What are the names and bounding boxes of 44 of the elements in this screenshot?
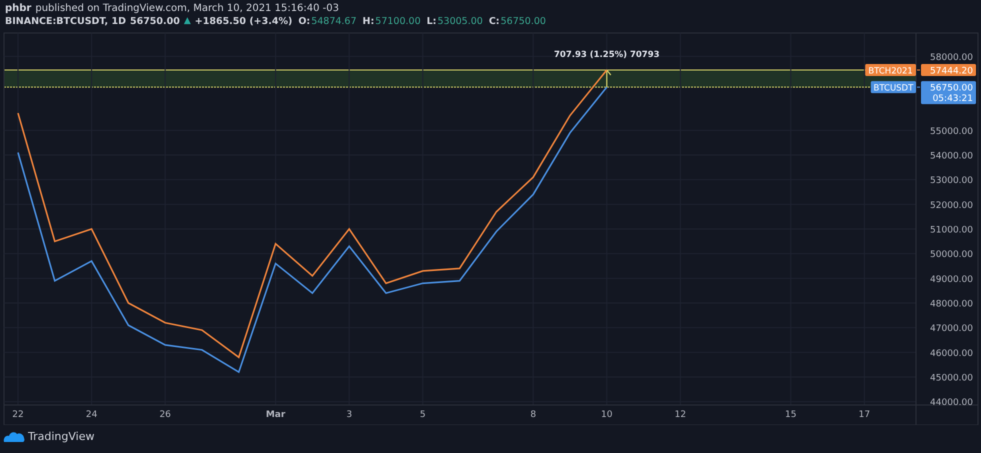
- symbol-tag: BTCUSDT: [870, 81, 916, 94]
- time-axis-label: 8: [530, 410, 536, 420]
- ohlc-value: 53005.00: [437, 15, 483, 28]
- time-axis-label: 26: [159, 410, 171, 420]
- change-arrow: ▲: [184, 15, 191, 28]
- ohlc-label: O:: [298, 15, 310, 28]
- time-axis-label: 10: [601, 410, 612, 420]
- price-axis-label: 50000.00: [930, 250, 973, 260]
- price-change: +1865.50 (+3.4%): [194, 15, 292, 28]
- price-axis-label: 53000.00: [930, 176, 973, 186]
- time-axis-label: 12: [674, 410, 686, 420]
- time-axis-label: 24: [86, 410, 98, 420]
- price-tag: 57444.20: [921, 64, 976, 77]
- symbol-tag: BTCH2021: [865, 64, 916, 77]
- price-axis-label: 51000.00: [930, 226, 973, 236]
- price-axis-label: 47000.00: [930, 324, 973, 334]
- price-axis-label: 55000.00: [930, 126, 973, 137]
- last-price: 56750.00: [130, 15, 180, 28]
- price-axis-label: 52000.00: [930, 200, 973, 211]
- price-axis-label: 45000.00: [930, 374, 973, 384]
- price-axis-label: 54000.00: [930, 152, 973, 162]
- time-axis-label: 15: [785, 410, 796, 420]
- price-axis-label: 46000.00: [930, 348, 973, 359]
- measure-label: 707.93 (1.25%) 70793: [554, 50, 660, 60]
- brand-name: TradingView: [28, 430, 94, 442]
- ohlc-value: 54874.67: [311, 15, 357, 28]
- price-axis-label: 58000.00: [930, 52, 973, 63]
- time-axis-label: 17: [858, 410, 870, 420]
- ohlc-value: 56750.00: [500, 15, 546, 28]
- publisher-name: phbr: [5, 2, 32, 15]
- ohlc-label: L:: [426, 15, 436, 28]
- price-axis-label: 49000.00: [930, 274, 973, 285]
- time-axis-label: 5: [420, 410, 426, 420]
- ohlc-label: H:: [362, 15, 374, 28]
- time-axis-label: 22: [12, 410, 24, 420]
- publish-info: published on TradingView.com, March 10, 2021 15:16:40 -03: [35, 2, 340, 15]
- ohlc-value: 57100.00: [375, 15, 421, 28]
- symbol-name: BINANCE:BTCUSDT, 1D: [5, 15, 126, 28]
- price-tag: 56750.00 05:43:21: [921, 81, 976, 104]
- ohlc-label: C:: [488, 15, 500, 28]
- price-axis-label: 44000.00: [930, 398, 973, 408]
- time-axis-label: Mar: [266, 410, 286, 420]
- price-axis-label: 48000.00: [930, 300, 973, 310]
- time-axis-label: 3: [346, 410, 352, 420]
